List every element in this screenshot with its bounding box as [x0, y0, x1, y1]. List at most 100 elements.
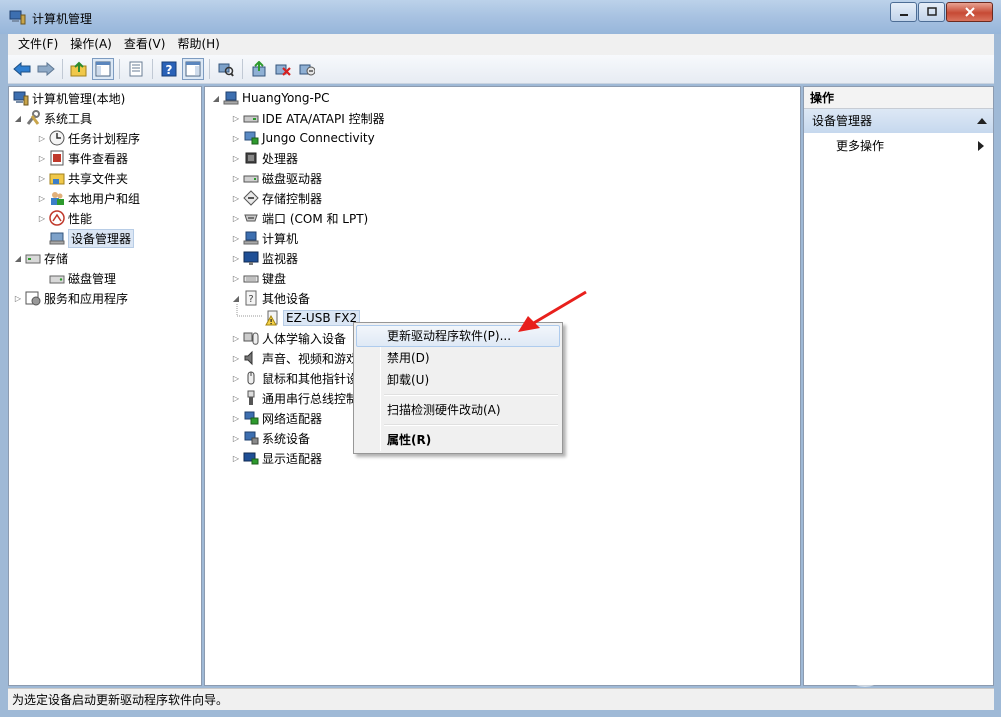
device-item-system[interactable]: ▷ 系统设备 — [231, 428, 310, 448]
show-hide-action-pane-button[interactable] — [182, 58, 204, 80]
tree-connector-line — [236, 304, 262, 317]
tree-item-disk-management[interactable]: 磁盘管理 — [47, 268, 116, 288]
device-item-jungo[interactable]: ▷ Jungo Connectivity — [231, 128, 375, 148]
device-item-hid[interactable]: ▷ 人体学输入设备 — [231, 328, 346, 348]
device-item-mice[interactable]: ▷ 鼠标和其他指针设备 — [231, 368, 370, 388]
expand-arrow-icon[interactable]: ▷ — [37, 208, 47, 228]
disable-device-button[interactable] — [272, 58, 294, 80]
device-label: 监视器 — [262, 251, 299, 266]
up-level-button[interactable] — [68, 58, 90, 80]
users-icon — [51, 192, 64, 205]
mouse-icon — [247, 371, 255, 385]
menu-view[interactable]: 查看(V) — [118, 34, 172, 55]
uninstall-device-button[interactable] — [296, 58, 318, 80]
device-item-computer[interactable]: ▷ 计算机 — [231, 228, 298, 248]
expand-arrow-icon[interactable]: ▷ — [231, 408, 241, 428]
tree-label: 系统工具 — [44, 111, 93, 126]
tree-item-task-scheduler[interactable]: ▷ 任务计划程序 — [37, 128, 140, 148]
collapse-arrow-icon[interactable]: ◢ — [13, 108, 23, 128]
tree-label: 计算机管理(本地) — [32, 91, 126, 106]
device-item-processor[interactable]: ▷ 处理器 — [231, 148, 298, 168]
device-item-network[interactable]: ▷ 网络适配器 — [231, 408, 322, 428]
device-item-ide[interactable]: ▷ IDE ATA/ATAPI 控制器 — [231, 108, 385, 128]
device-item-ezusb-fx2[interactable]: EZ-USB FX2 — [262, 308, 361, 328]
device-item-ports[interactable]: ▷ 端口 (COM 和 LPT) — [231, 208, 368, 228]
expand-arrow-icon[interactable]: ▷ — [231, 428, 241, 448]
export-list-button[interactable] — [125, 58, 147, 80]
system-device-icon — [244, 431, 259, 445]
expand-arrow-icon[interactable]: ▷ — [37, 128, 47, 148]
expand-arrow-icon[interactable]: ▷ — [231, 168, 241, 188]
minimize-button[interactable] — [890, 2, 917, 22]
menu-item-properties[interactable]: 属性(R) — [356, 429, 560, 451]
menu-file[interactable]: 文件(F) — [12, 34, 64, 55]
menu-help[interactable]: 帮助(H) — [171, 34, 225, 55]
device-item-keyboard[interactable]: ▷ 键盘 — [231, 268, 286, 288]
tree-label-selected: 设备管理器 — [68, 228, 135, 248]
console-tree[interactable]: 计算机管理(本地) ◢ 系统工具 ▷ 任务计划程序 ▷ 事件查看器 ▷ 共享文件… — [8, 86, 202, 686]
computer-icon — [223, 91, 239, 105]
expand-arrow-icon[interactable]: ▷ — [37, 148, 47, 168]
tree-label: 性能 — [68, 211, 93, 226]
scan-hardware-button[interactable] — [215, 58, 237, 80]
device-item-display[interactable]: ▷ 显示适配器 — [231, 448, 322, 468]
collapse-arrow-icon[interactable]: ◢ — [13, 248, 23, 268]
device-label: 人体学输入设备 — [262, 331, 347, 346]
expand-arrow-icon[interactable]: ▷ — [231, 388, 241, 408]
actions-section-device-manager[interactable]: 设备管理器 — [804, 109, 993, 133]
submenu-arrow-icon — [978, 141, 984, 151]
menu-action[interactable]: 操作(A) — [64, 34, 118, 55]
close-button[interactable] — [946, 2, 993, 22]
tree-item-shared-folders[interactable]: ▷ 共享文件夹 — [37, 168, 128, 188]
collapse-up-icon[interactable] — [977, 117, 987, 125]
collapse-arrow-icon[interactable]: ◢ — [211, 88, 221, 108]
expand-arrow-icon[interactable]: ▷ — [231, 128, 241, 148]
device-item-computer-name[interactable]: ◢ HuangYong-PC — [211, 88, 330, 108]
context-menu: 更新驱动程序软件(P)... 禁用(D) 卸载(U) 扫描检测硬件改动(A) 属… — [353, 322, 563, 454]
expand-arrow-icon[interactable]: ▷ — [231, 248, 241, 268]
device-item-storage-controllers[interactable]: ▷ 存储控制器 — [231, 188, 322, 208]
keyboard-icon — [243, 275, 259, 283]
show-hide-console-tree-button[interactable] — [92, 58, 114, 80]
expand-arrow-icon[interactable]: ▷ — [231, 148, 241, 168]
port-icon — [244, 214, 258, 222]
expand-arrow-icon[interactable]: ▷ — [231, 208, 241, 228]
tree-item-event-viewer[interactable]: ▷ 事件查看器 — [37, 148, 128, 168]
expand-arrow-icon[interactable]: ▷ — [231, 188, 241, 208]
update-driver-button[interactable] — [248, 58, 270, 80]
forward-button[interactable] — [35, 58, 57, 80]
expand-arrow-icon[interactable]: ▷ — [13, 288, 23, 308]
device-item-usb[interactable]: ▷ 通用串行总线控制器 — [231, 388, 370, 408]
back-button[interactable] — [11, 58, 33, 80]
toolbar-separator — [209, 59, 210, 79]
tree-label: 服务和应用程序 — [44, 291, 129, 306]
device-item-disk-drives[interactable]: ▷ 磁盘驱动器 — [231, 168, 322, 188]
help-button[interactable]: ? — [158, 58, 180, 80]
expand-arrow-icon[interactable]: ▷ — [231, 108, 241, 128]
more-actions-item[interactable]: 更多操作 — [804, 135, 993, 157]
expand-arrow-icon[interactable]: ▷ — [231, 448, 241, 468]
tree-item-local-users[interactable]: ▷ 本地用户和组 — [37, 188, 140, 208]
tree-item-performance[interactable]: ▷ 性能 — [37, 208, 92, 228]
device-item-monitors[interactable]: ▷ 监视器 — [231, 248, 298, 268]
expand-arrow-icon[interactable]: ▷ — [231, 348, 241, 368]
expand-arrow-icon[interactable]: ▷ — [37, 168, 47, 188]
tree-label: 存储 — [44, 251, 69, 266]
expand-arrow-icon[interactable]: ▷ — [231, 328, 241, 348]
expand-arrow-icon[interactable]: ▷ — [37, 188, 47, 208]
menu-item-uninstall[interactable]: 卸载(U) — [356, 369, 560, 391]
expand-arrow-icon[interactable]: ▷ — [231, 268, 241, 288]
tree-item-device-manager[interactable]: 设备管理器 — [47, 228, 135, 248]
maximize-icon — [926, 7, 937, 16]
menu-item-scan[interactable]: 扫描检测硬件改动(A) — [356, 399, 560, 421]
tree-item-services-apps[interactable]: ▷ 服务和应用程序 — [13, 288, 128, 308]
menu-item-disable[interactable]: 禁用(D) — [356, 347, 560, 369]
tree-item-root[interactable]: 计算机管理(本地) — [11, 88, 125, 108]
clock-icon — [49, 130, 65, 146]
tree-item-system-tools[interactable]: ◢ 系统工具 — [13, 108, 92, 128]
expand-arrow-icon[interactable]: ▷ — [231, 368, 241, 388]
expand-arrow-icon[interactable]: ▷ — [231, 228, 241, 248]
maximize-button[interactable] — [918, 2, 945, 22]
tree-item-storage[interactable]: ◢ 存储 — [13, 248, 68, 268]
usb-icon — [247, 390, 255, 405]
